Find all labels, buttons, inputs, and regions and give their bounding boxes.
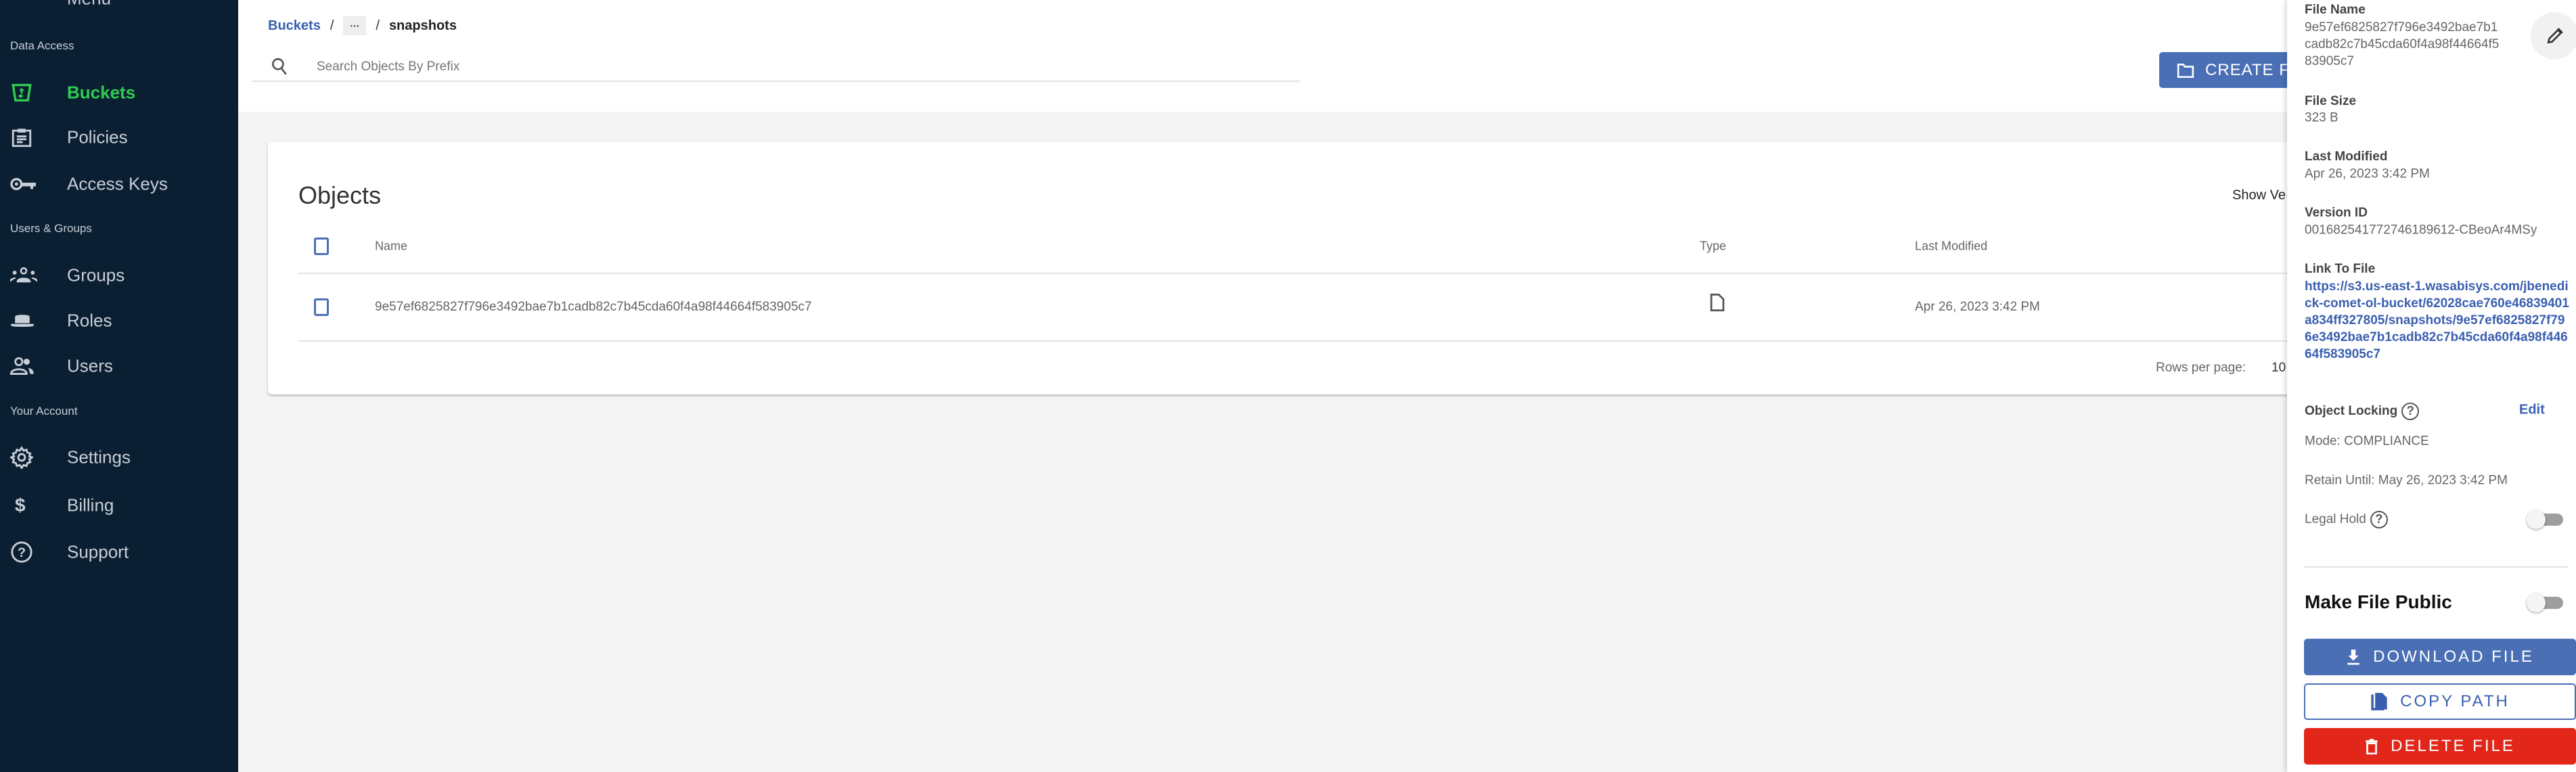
download-file-button[interactable]: DOWNLOAD FILE (2304, 639, 2576, 675)
delete-file-label: DELETE FILE (2391, 737, 2515, 755)
legal-hold-label: Legal Hold? (2305, 511, 2388, 528)
help-icon[interactable]: ? (2370, 511, 2388, 528)
breadcrumb: Buckets / ··· / snapshots (268, 16, 457, 35)
file-name-value: 9e57ef6825827f796e3492bae7b1cadb82c7b45c… (2305, 20, 2500, 68)
sidebar-item-label: Roles (67, 310, 112, 331)
sidebar-item-billing[interactable]: $ Billing (0, 485, 238, 526)
column-header-type[interactable]: Type (1700, 240, 1726, 254)
show-versions-toggle-label[interactable]: Show Ve (2232, 188, 2286, 204)
edit-file-name-button[interactable] (2531, 12, 2576, 60)
section-your-account: Your Account (10, 405, 78, 417)
sidebar-item-users[interactable]: Users (0, 346, 238, 386)
breadcrumb-current: snapshots (388, 18, 457, 33)
help-circle-icon: ? (11, 541, 32, 563)
sidebar-item-policies[interactable]: Policies (0, 117, 238, 158)
row-checkbox[interactable] (314, 298, 329, 316)
sidebar-item-support[interactable]: ? Support (0, 532, 238, 572)
sidebar-item-settings[interactable]: Settings (0, 437, 238, 478)
search-input[interactable] (317, 55, 1298, 78)
download-icon (2347, 650, 2359, 665)
pencil-icon (2547, 28, 2563, 44)
users-icon (10, 357, 34, 375)
download-file-label: DOWNLOAD FILE (2373, 648, 2534, 666)
lock-mode: Mode: COMPLIANCE (2305, 434, 2429, 449)
breadcrumb-separator: / (376, 18, 380, 33)
object-name[interactable]: 9e57ef6825827f796e3492bae7b1cadb82c7b45c… (375, 300, 812, 315)
object-locking-text: Object Locking (2305, 404, 2398, 419)
file-details-panel: File Name 9e57ef6825827f796e3492bae7b1ca… (2287, 0, 2576, 772)
sidebar-item-label: Access Keys (67, 173, 168, 194)
last-modified-value: Apr 26, 2023 3:42 PM (2305, 166, 2430, 181)
make-file-public-label: Make File Public (2305, 591, 2452, 612)
file-size-value: 323 B (2305, 110, 2338, 125)
sidebar-item-label: Billing (67, 495, 114, 516)
divider (2304, 566, 2568, 568)
trash-icon (2366, 739, 2378, 754)
top-bar: Buckets / ··· / snapshots CREATE F (238, 0, 2362, 112)
last-modified-label: Last Modified (2305, 150, 2388, 164)
breadcrumb-ellipsis-button[interactable]: ··· (343, 16, 367, 35)
link-to-file[interactable]: https://s3.us-east-1.wasabisys.com/jbene… (2305, 278, 2572, 363)
groups-icon (10, 267, 37, 283)
make-public-toggle[interactable] (2527, 593, 2563, 612)
sidebar-item-label: Groups (67, 265, 125, 286)
sidebar-item-label: Settings (67, 447, 131, 468)
section-users-groups: Users & Groups (10, 222, 92, 235)
copy-path-button[interactable]: COPY PATH (2304, 683, 2576, 720)
object-locking-label: Object Locking? (2305, 403, 2420, 420)
sidebar-item-buckets[interactable]: Buckets (0, 72, 238, 113)
sidebar-item-groups[interactable]: Groups (0, 255, 238, 296)
folder-icon (2177, 63, 2194, 78)
gear-icon (10, 446, 33, 469)
sidebar-item-label: Policies (67, 127, 128, 147)
sidebar-item-label: Support (67, 541, 129, 562)
hat-icon (11, 315, 34, 327)
rows-per-page-select[interactable]: 10 (2272, 361, 2286, 376)
copy-path-label: COPY PATH (2400, 692, 2510, 710)
column-header-name[interactable]: Name (375, 240, 407, 254)
svg-text:?: ? (18, 545, 26, 560)
rows-per-page-label: Rows per page: (2156, 361, 2246, 375)
sidebar: Menu Data Access Buckets Policies Access… (0, 0, 238, 772)
menu-label: Menu (67, 0, 111, 9)
file-icon (1710, 293, 1725, 312)
legal-hold-toggle[interactable] (2527, 510, 2563, 529)
sidebar-item-access-keys[interactable]: Access Keys (0, 164, 238, 204)
file-name-label: File Name (2305, 3, 2366, 17)
version-id-value: 001682541772746189612-CBeoAr4MSy (2305, 223, 2537, 237)
table-row[interactable]: 9e57ef6825827f796e3492bae7b1cadb82c7b45c… (298, 274, 2366, 340)
section-data-access: Data Access (10, 39, 74, 52)
objects-card: Objects Show Ve Name Type Last Modified … (268, 142, 2366, 394)
search-underline (252, 81, 1300, 82)
legal-hold-text: Legal Hold (2305, 512, 2366, 527)
bucket-icon (12, 83, 32, 102)
edit-object-locking-link[interactable]: Edit (2519, 403, 2545, 418)
delete-file-button[interactable]: DELETE FILE (2304, 728, 2576, 765)
sidebar-item-label: Users (67, 355, 113, 376)
copy-icon (2371, 693, 2387, 710)
breadcrumb-buckets-link[interactable]: Buckets (268, 18, 321, 34)
create-folder-label: CREATE F (2205, 60, 2290, 79)
search-icon (271, 58, 287, 75)
select-all-checkbox[interactable] (314, 237, 329, 255)
clipboard-icon (12, 129, 32, 147)
key-icon (10, 178, 36, 190)
version-id-label: Version ID (2305, 206, 2368, 220)
dollar-icon: $ (15, 495, 26, 516)
objects-title: Objects (298, 181, 382, 209)
retain-until: Retain Until: May 26, 2023 3:42 PM (2305, 473, 2508, 488)
breadcrumb-separator: / (330, 18, 334, 33)
column-header-last-modified[interactable]: Last Modified (1915, 240, 1987, 254)
sidebar-item-label: Buckets (67, 82, 136, 103)
sidebar-item-roles[interactable]: Roles (0, 300, 238, 341)
help-icon[interactable]: ? (2401, 403, 2420, 420)
divider (298, 340, 2366, 342)
object-last-modified: Apr 26, 2023 3:42 PM (1915, 300, 2040, 314)
link-to-file-label: Link To File (2305, 262, 2376, 276)
file-size-label: File Size (2305, 94, 2357, 108)
